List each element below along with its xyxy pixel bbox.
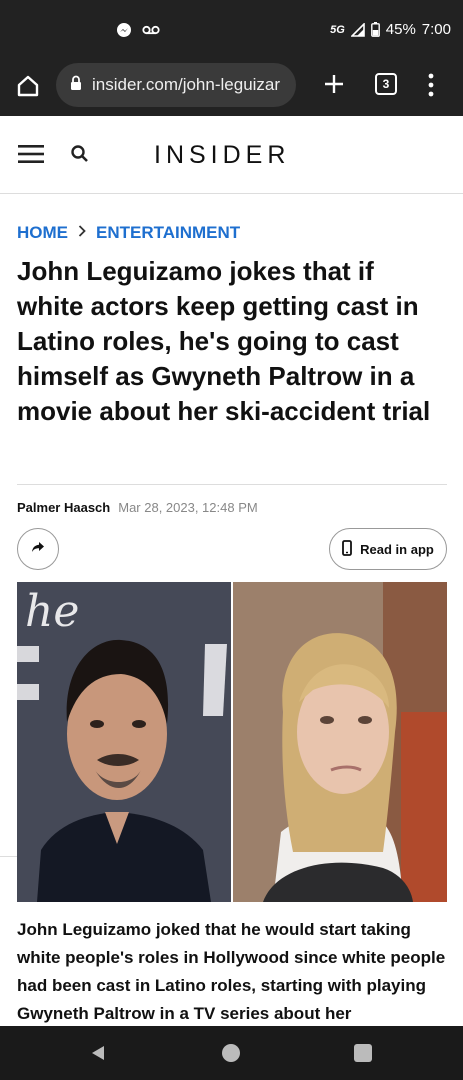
read-in-app-button[interactable]: Read in app	[329, 528, 447, 570]
clock: 7:00	[421, 21, 451, 38]
url-text: insider.com/john-leguizar	[92, 75, 281, 94]
voicemail-icon	[142, 24, 160, 36]
search-icon[interactable]	[70, 144, 90, 164]
read-in-app-label: Read in app	[360, 541, 434, 557]
breadcrumb-entertainment[interactable]: ENTERTAINMENT	[96, 223, 240, 243]
byline: Palmer Haasch Mar 28, 2023, 12:48 PM	[17, 500, 258, 515]
status-notifications	[116, 22, 160, 38]
tab-switcher-button[interactable]: 3	[375, 73, 397, 95]
article: HOME ENTERTAINMENT John Leguizamo jokes …	[0, 194, 463, 1026]
author-name[interactable]: Palmer Haasch	[17, 500, 110, 515]
article-lede: John Leguizamo joked that he would start…	[17, 920, 446, 1023]
recent-apps-icon[interactable]	[354, 1044, 372, 1062]
site-logo[interactable]: INSIDER	[154, 141, 290, 170]
phone-icon	[342, 539, 353, 559]
site-header: INSIDER	[0, 116, 463, 194]
article-headline: John Leguizamo jokes that if white actor…	[17, 256, 431, 426]
messenger-icon	[116, 22, 132, 38]
chevron-right-icon	[78, 224, 86, 242]
photo-john-leguizamo: he	[17, 582, 231, 902]
share-button[interactable]	[17, 528, 59, 570]
browser-toolbar: insider.com/john-leguizar 3	[0, 60, 463, 116]
system-nav-bar	[0, 1026, 463, 1080]
new-tab-icon[interactable]	[320, 70, 348, 98]
address-bar[interactable]: insider.com/john-leguizar	[56, 63, 296, 107]
byline-divider	[17, 484, 447, 485]
home-icon[interactable]	[14, 72, 42, 100]
caption-rule	[0, 856, 17, 857]
hamburger-menu-icon[interactable]	[18, 144, 44, 164]
lock-icon	[70, 75, 82, 96]
breadcrumb-home[interactable]: HOME	[17, 223, 68, 243]
backdrop-text: he	[25, 586, 79, 637]
overflow-menu-icon[interactable]	[424, 70, 438, 100]
network-type: 5G	[330, 23, 345, 36]
signal-icon	[350, 22, 365, 37]
share-icon	[31, 540, 45, 558]
back-icon[interactable]	[88, 1043, 108, 1063]
battery-icon	[370, 22, 380, 37]
photo-gwyneth-paltrow	[233, 582, 447, 902]
battery-percent: 45%	[385, 21, 416, 38]
status-bar: 5G 45% 7:00	[0, 0, 463, 60]
breadcrumb: HOME ENTERTAINMENT	[17, 223, 240, 243]
publish-date: Mar 28, 2023, 12:48 PM	[118, 500, 258, 515]
status-indicators: 5G 45% 7:00	[330, 21, 451, 38]
home-nav-icon[interactable]	[222, 1044, 240, 1062]
